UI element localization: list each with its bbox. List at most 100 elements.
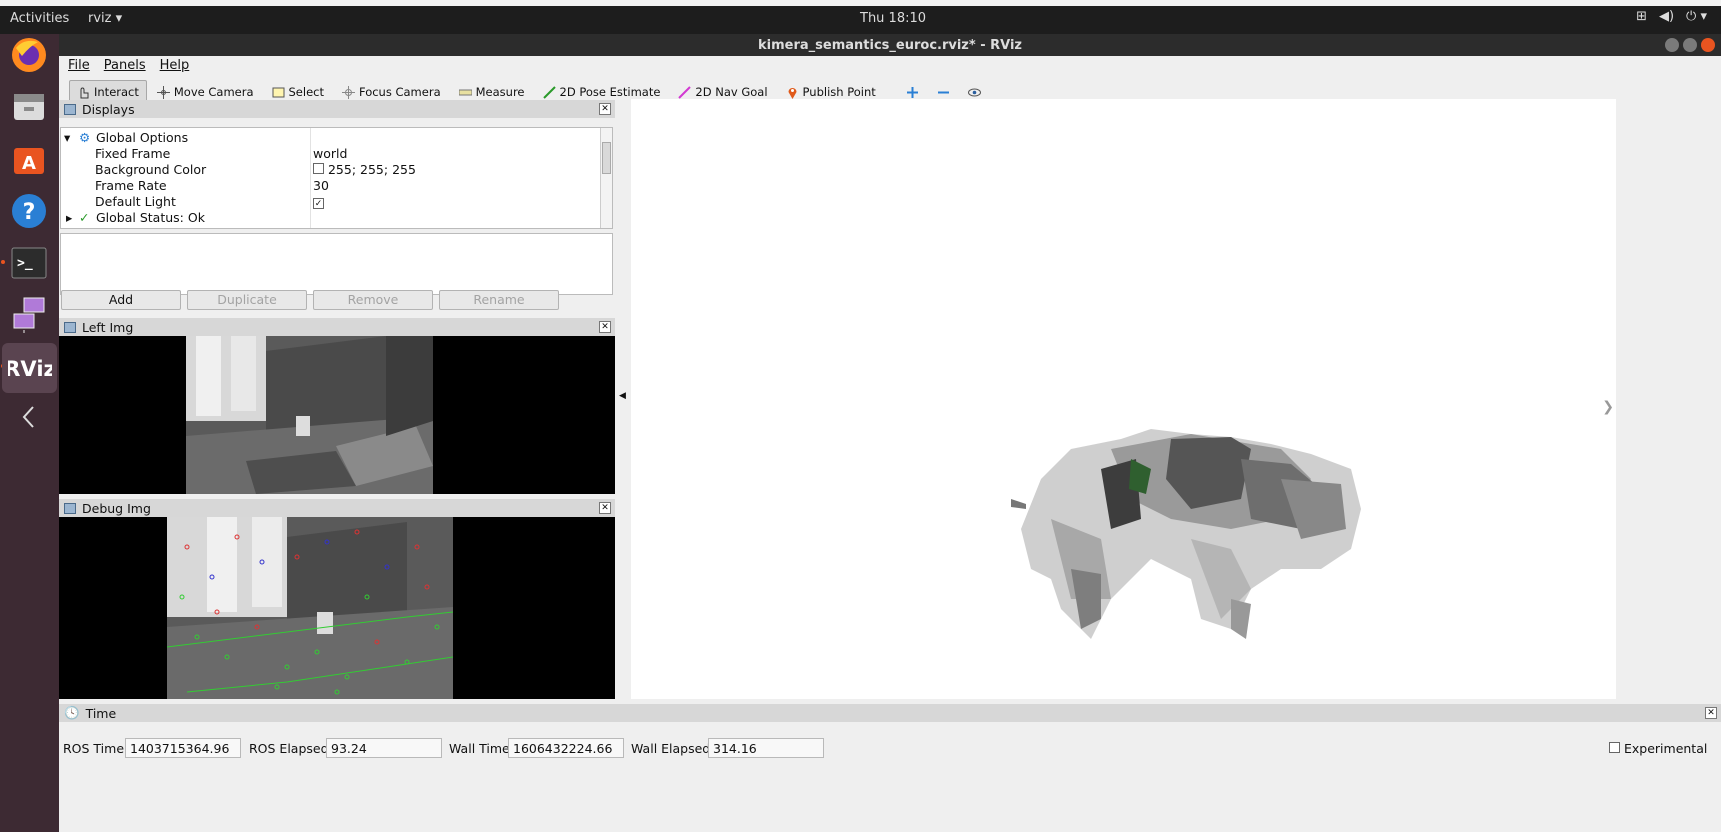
rviz-icon[interactable]: RViz [2,343,57,393]
volume-icon[interactable]: ◀) [1659,9,1674,24]
ros-time-field[interactable]: 1403715364.96 [125,738,241,758]
window-title-bar[interactable]: kimera_semantics_euroc.rviz* - RViz [59,34,1721,56]
green-arrow-icon [542,85,556,99]
expand-arrow-icon[interactable]: ▾ [64,130,70,145]
experimental-label: Experimental [1623,741,1708,756]
description-box [60,233,613,295]
plus-icon [906,86,919,99]
tree-row-background-color[interactable]: Background Color 255; 255; 255 [61,161,612,177]
experimental-checkbox[interactable] [1609,742,1620,753]
image-panel-icon [64,502,76,514]
tree-row-frame-rate[interactable]: Frame Rate 30 [61,177,612,193]
wall-elapsed-field[interactable]: 314.16 [708,738,824,758]
files-icon[interactable] [8,86,50,128]
debug-camera-image [167,517,453,699]
time-bar: ROS Time: 1403715364.96 ROS Elapsed: 93.… [59,736,1721,760]
left-img-panel-header: Left Img ✕ [59,318,615,336]
3d-view[interactable]: ❯ [631,99,1616,699]
tree-row-global-status[interactable]: ▸ ✓ Global Status: Ok [61,209,612,225]
gear-icon: ⚙ [79,130,91,145]
tree-scrollbar[interactable] [600,128,612,228]
ros-elapsed-label: ROS Elapsed: [249,741,333,756]
svg-text:A: A [22,153,36,174]
remove-display-button[interactable]: Remove [313,290,433,310]
maximize-button[interactable] [1683,38,1697,52]
wall-elapsed-label: Wall Elapsed: [631,741,715,756]
wall-time-label: Wall Time: [449,741,514,756]
close-icon[interactable]: ✕ [599,502,611,514]
eye-icon [967,86,981,99]
displays-tree[interactable]: ▾ ⚙ Global Options Fixed Frame world Bac… [60,127,613,229]
ruler-icon [458,86,473,99]
add-display-button[interactable]: Add [61,290,181,310]
wall-time-field[interactable]: 1606432224.66 [508,738,624,758]
map-pin-icon [786,86,799,99]
monitor-icon [64,103,76,115]
running-indicator [1,260,5,264]
pink-arrow-icon [678,85,692,99]
menu-panels[interactable]: Panels [104,58,146,76]
rviz-window: File Panels Help Interact Move Camera Se… [59,56,1721,832]
svg-text:RViz: RViz [8,357,52,381]
tree-row-global-options[interactable]: ▾ ⚙ Global Options [61,129,612,145]
firefox-icon[interactable] [8,34,50,76]
debug-img-panel-header: Debug Img ✕ [59,499,615,517]
terminal-icon[interactable]: >_ [8,242,50,284]
svg-text:>_: >_ [17,256,33,271]
left-image-view [59,336,615,494]
close-icon[interactable]: ✕ [599,321,611,333]
menu-bar: File Panels Help [59,56,1721,76]
left-img-title: Left Img [82,319,134,335]
system-top-bar: Activities rviz ▾ Thu 18:10 ⊞ ◀) ⏻ ▾ [0,0,1721,34]
experimental-toggle[interactable]: Experimental [1609,741,1707,756]
chevron-left-icon[interactable] [8,396,50,438]
panel-splitter[interactable]: ◀ [615,99,631,699]
network-icon[interactable]: ⊞ [1636,9,1647,24]
remote-desktop-icon[interactable] [8,294,50,336]
minimize-button[interactable] [1665,38,1679,52]
collapse-arrow-icon[interactable]: ◀ [619,391,626,401]
menu-help[interactable]: Help [160,58,190,76]
time-title: Time [85,705,117,721]
debug-img-title: Debug Img [82,500,151,516]
app-menu[interactable]: rviz ▾ [88,11,122,26]
expand-arrow-icon[interactable]: ▸ [66,225,72,228]
ros-elapsed-field[interactable]: 93.24 [326,738,442,758]
system-tray[interactable]: ⊞ ◀) ⏻ ▾ [1636,9,1707,24]
ros-time-label: ROS Time: [63,741,129,756]
rename-display-button[interactable]: Rename [439,290,559,310]
svg-text:?: ? [23,200,36,225]
close-icon[interactable]: ✕ [599,103,611,115]
menu-file[interactable]: File [68,58,90,76]
default-light-checkbox[interactable]: ✓ [313,198,324,209]
software-center-icon[interactable]: A [8,138,50,180]
hand-pointer-icon [77,86,90,99]
time-panel-header: 🕓 Time ✕ [59,704,1721,722]
tree-row-fixed-frame[interactable]: Fixed Frame world [61,145,612,161]
top-strip [0,0,1721,6]
dock: A ? >_ RViz [0,34,59,832]
expand-arrow-icon[interactable]: ▸ [66,210,72,225]
chevron-right-icon[interactable]: ❯ [1602,399,1614,415]
point-cloud-mesh [1011,429,1361,639]
close-button[interactable] [1701,38,1715,52]
left-camera-image [186,336,433,494]
image-panel-icon [64,321,76,333]
close-icon[interactable]: ✕ [1705,707,1717,719]
displays-title: Displays [82,101,135,117]
activities-button[interactable]: Activities [10,11,69,26]
minus-icon [937,86,950,99]
tree-row-default-light[interactable]: Default Light ✓ [61,193,612,209]
clock-icon: 🕓 [64,705,80,720]
power-icon[interactable]: ⏻ ▾ [1686,9,1707,24]
clock[interactable]: Thu 18:10 [860,11,926,26]
select-box-icon [272,86,285,99]
color-swatch[interactable] [313,163,324,174]
debug-image-view [59,517,615,699]
duplicate-display-button[interactable]: Duplicate [187,290,307,310]
move-arrows-icon [156,85,170,99]
help-icon[interactable]: ? [8,190,50,232]
focus-target-icon [341,85,355,99]
tree-row-tf[interactable]: ▸ TF [61,224,612,228]
checkmark-icon: ✓ [79,210,90,225]
